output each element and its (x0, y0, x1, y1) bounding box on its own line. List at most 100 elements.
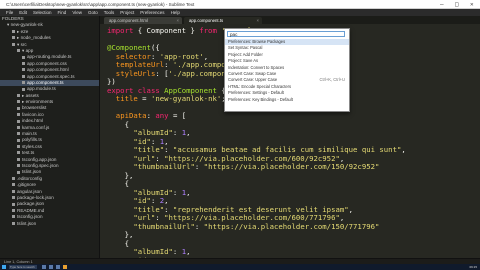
sidebar-item-label: .editorconfig (17, 175, 43, 181)
command-label: Convert Case: Swap Case (228, 70, 277, 76)
menu-item-help[interactable]: Help (171, 9, 180, 16)
file-icon (22, 87, 25, 91)
code-token: from (199, 26, 217, 35)
file-icon (17, 145, 20, 149)
file-icon (17, 113, 20, 117)
sidebar-item-label: tslint.json (17, 220, 37, 226)
file-icon (17, 157, 20, 161)
sidebar-item-label: tsconfig.json (17, 214, 43, 220)
code-token: : (172, 128, 182, 137)
code-token: , (186, 187, 191, 197)
menu-item-tools[interactable]: Tools (104, 9, 115, 16)
menu-item-view[interactable]: View (72, 9, 82, 16)
taskbar-search-input[interactable]: Type here to search (9, 265, 37, 269)
menu-item-file[interactable]: File (6, 9, 13, 16)
code-line: "thumbnailUrl": "https://via.placeholder… (107, 221, 406, 232)
sidebar-item-label: tslint.json (22, 169, 42, 175)
editor-gutter (100, 24, 105, 258)
menu-item-edit[interactable]: Edit (19, 9, 27, 16)
code-token: , (186, 247, 191, 256)
file-icon (17, 93, 20, 97)
sidebar-item-label: favicon.ico (22, 111, 44, 117)
maximize-button[interactable]: □ (455, 0, 459, 9)
code-token: import (107, 26, 134, 35)
file-icon (22, 62, 25, 66)
menu-bar: File Edit Selection Find View Goto Tools Projec… (0, 9, 480, 16)
task-view-icon[interactable] (42, 265, 46, 269)
code-token: : (194, 221, 204, 231)
code-token: : [ (155, 68, 169, 78)
command-label: Project: Save As (228, 58, 259, 64)
file-icon (12, 30, 15, 34)
window-title: C:\Users\cerfilia\Desktop\new-gyanlok\sr… (6, 2, 195, 7)
file-icon (17, 100, 20, 104)
command-palette-input[interactable]: pac (227, 31, 345, 37)
command-label: Project: Add Folder (228, 51, 263, 57)
code-token: title (115, 94, 138, 103)
sidebar-item-label: app.component.spec.ts (27, 73, 75, 79)
code-line: apiData: any = [ (107, 111, 406, 121)
menu-item-selection[interactable]: Selection (33, 9, 52, 16)
sidebar-item-label: ▾ app (22, 47, 34, 53)
code-token: any (155, 111, 169, 120)
tab-app-component-html[interactable]: app.component.html × (104, 17, 182, 24)
file-icon (12, 42, 15, 46)
sidebar-item-label: app.component.html (27, 67, 69, 73)
command-label: Preferences: Settings - Default (228, 90, 284, 96)
code-token: = (137, 94, 151, 103)
taskbar-clock: 09:15 (469, 265, 477, 269)
file-icon (17, 164, 20, 168)
file-icon (22, 81, 25, 85)
code-token: , (186, 128, 191, 137)
sidebar-item-label: index.html (22, 118, 43, 124)
file-icon (17, 132, 20, 136)
command-palette-item[interactable]: Preferences: Key Bindings - Default (225, 97, 349, 103)
sidebar-item-label: main.ts (22, 131, 37, 137)
menu-item-find[interactable]: Find (58, 9, 67, 16)
start-button[interactable] (2, 265, 6, 269)
code-token: : (172, 187, 182, 197)
sidebar-item-label: browserslist (22, 105, 47, 111)
code-line: "thumbnailUrl": "https://via.placeholder… (107, 162, 406, 172)
code-token: "thumbnailUrl" (133, 162, 195, 171)
sidebar-item-label: ▸ node_modules (17, 35, 51, 41)
close-tab-icon[interactable]: × (176, 17, 179, 24)
sidebar-item-label: app.module.ts (27, 86, 56, 92)
file-icon (17, 119, 20, 123)
code-token: "thumbnailUrl" (133, 221, 195, 231)
close-tab-icon[interactable]: × (256, 17, 259, 24)
file-icon (22, 55, 25, 59)
code-line: }, (107, 171, 406, 181)
sidebar-item-label: .gitignore (17, 182, 36, 188)
sidebar-item-label: karma.conf.js (22, 124, 50, 130)
file-icon (17, 49, 20, 53)
file-explorer-icon[interactable] (49, 265, 53, 269)
sidebar-item-label: ▸ environments (22, 99, 54, 105)
menu-item-preferences[interactable]: Preferences (140, 9, 164, 16)
menu-item-goto[interactable]: Goto (88, 9, 98, 16)
tab-label: app.component.ts (189, 18, 224, 23)
sidebar-item-label: tsconfig.app.json (22, 156, 57, 162)
browser-icon[interactable] (56, 265, 60, 269)
file-icon (12, 202, 15, 206)
close-button[interactable]: ✕ (470, 0, 474, 9)
sidebar-item-label: package-lock.json (17, 194, 54, 200)
command-label: Preferences: Key Bindings - Default (228, 96, 293, 102)
taskbar: Type here to search 09:15 (0, 264, 480, 270)
sidebar-item[interactable]: tslint.json (0, 221, 99, 227)
file-icon (17, 106, 20, 110)
file-icon (12, 221, 15, 225)
minimize-button[interactable]: — (440, 0, 444, 9)
menu-item-project[interactable]: Project (120, 9, 134, 16)
sublime-text-icon[interactable] (63, 265, 67, 269)
file-icon (17, 151, 20, 155)
sidebar-item-label: ▾ src (17, 41, 27, 47)
tab-app-component-ts[interactable]: app.component.ts × (184, 17, 262, 24)
sidebar-folder-tree[interactable]: FOLDERS ▾ new-gyanlok-nk ▸ e2e ▸ node_modul… (0, 16, 100, 258)
command-palette[interactable]: pac Preferences: Browse Packages Set Synt… (224, 28, 350, 112)
sidebar-item-label: README.md (17, 207, 45, 213)
sidebar-item-label: angular.json (17, 188, 42, 194)
code-token: { Component } (133, 26, 200, 35)
tab-bar: app.component.html × app.component.ts × (100, 16, 480, 24)
